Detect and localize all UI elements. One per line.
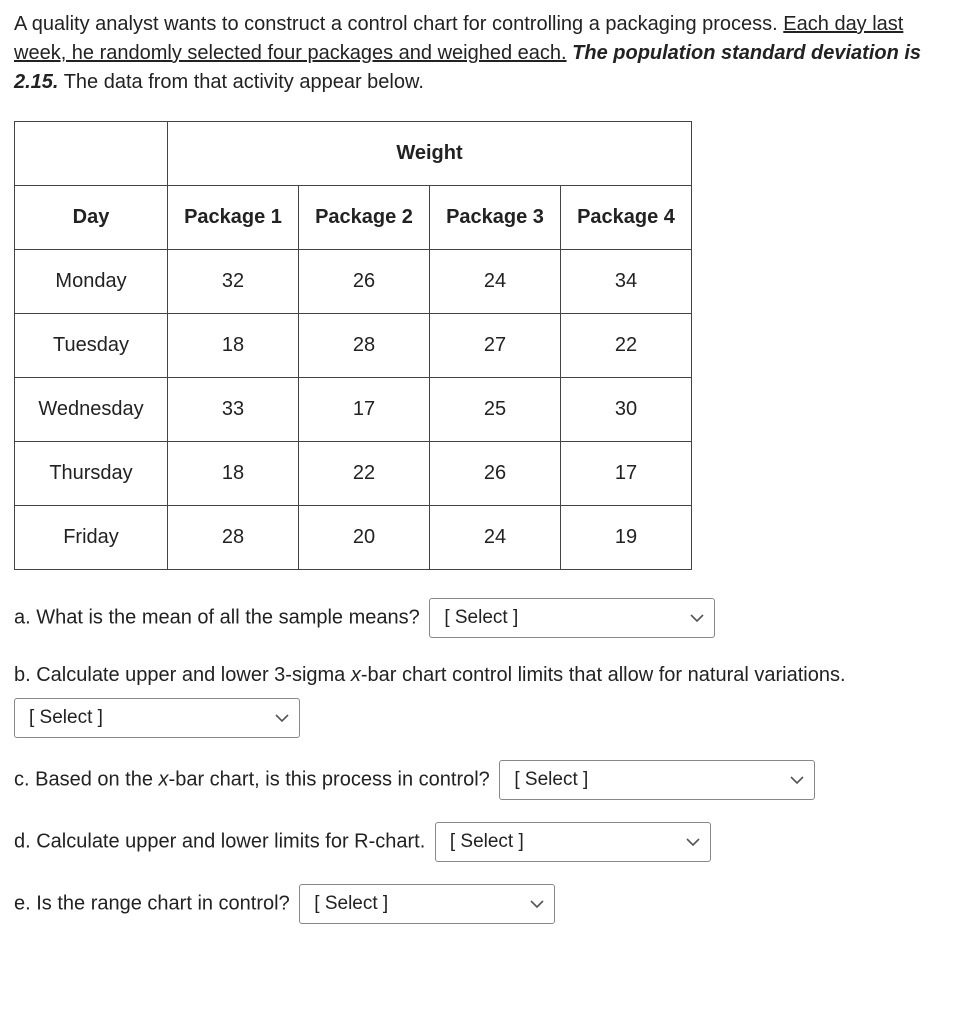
select-a-value: [ Select ] [444, 604, 518, 633]
intro-text-3: The data from that activity appear below… [64, 71, 424, 93]
table-row: Friday 28 20 24 19 [15, 506, 692, 570]
cell-p4: 17 [561, 442, 692, 506]
chevron-down-icon [690, 613, 704, 623]
question-d-text: d. Calculate upper and lower limits for … [14, 830, 425, 852]
cell-p1: 18 [168, 314, 299, 378]
cell-p4: 30 [561, 378, 692, 442]
cell-p2: 26 [299, 250, 430, 314]
cell-p3: 26 [430, 442, 561, 506]
select-b-value: [ Select ] [29, 704, 103, 733]
cell-day: Monday [15, 250, 168, 314]
question-a: a. What is the mean of all the sample me… [14, 598, 944, 638]
cell-p3: 24 [430, 250, 561, 314]
question-a-text: a. What is the mean of all the sample me… [14, 606, 420, 628]
question-b-text-pre: b. Calculate upper and lower 3-sigma [14, 664, 351, 686]
cell-p4: 22 [561, 314, 692, 378]
cell-p3: 25 [430, 378, 561, 442]
cell-day: Tuesday [15, 314, 168, 378]
question-b-x: x [351, 664, 361, 686]
select-c[interactable]: [ Select ] [499, 760, 815, 800]
cell-p4: 34 [561, 250, 692, 314]
col-p1: Package 1 [168, 186, 299, 250]
select-e-value: [ Select ] [314, 890, 388, 919]
col-p4: Package 4 [561, 186, 692, 250]
cell-p2: 28 [299, 314, 430, 378]
cell-p4: 19 [561, 506, 692, 570]
question-b-text-post: -bar chart control limits that allow for… [361, 664, 846, 686]
cell-p2: 22 [299, 442, 430, 506]
question-b: b. Calculate upper and lower 3-sigma x-b… [14, 660, 944, 738]
chevron-down-icon [275, 713, 289, 723]
select-d[interactable]: [ Select ] [435, 822, 711, 862]
table-row: Tuesday 18 28 27 22 [15, 314, 692, 378]
data-table: Weight Day Package 1 Package 2 Package 3… [14, 121, 692, 570]
cell-p2: 17 [299, 378, 430, 442]
question-e: e. Is the range chart in control? [ Sele… [14, 884, 944, 924]
table-row: Thursday 18 22 26 17 [15, 442, 692, 506]
cell-p2: 20 [299, 506, 430, 570]
table-row: Monday 32 26 24 34 [15, 250, 692, 314]
select-e[interactable]: [ Select ] [299, 884, 555, 924]
col-day: Day [15, 186, 168, 250]
cell-p3: 24 [430, 506, 561, 570]
chevron-down-icon [686, 837, 700, 847]
cell-p1: 18 [168, 442, 299, 506]
question-d: d. Calculate upper and lower limits for … [14, 822, 944, 862]
intro-text-1: A quality analyst wants to construct a c… [14, 13, 783, 35]
select-b[interactable]: [ Select ] [14, 698, 300, 738]
select-c-value: [ Select ] [514, 766, 588, 795]
cell-day: Friday [15, 506, 168, 570]
cell-p1: 33 [168, 378, 299, 442]
question-c-text-pre: c. Based on the [14, 768, 159, 790]
table-row: Wednesday 33 17 25 30 [15, 378, 692, 442]
select-d-value: [ Select ] [450, 828, 524, 857]
question-c-x: x [159, 768, 169, 790]
cell-p3: 27 [430, 314, 561, 378]
question-c: c. Based on the x-bar chart, is this pro… [14, 760, 944, 800]
table-empty-cell [15, 122, 168, 186]
weight-header: Weight [168, 122, 692, 186]
col-p3: Package 3 [430, 186, 561, 250]
question-c-text-post: -bar chart, is this process in control? [169, 768, 490, 790]
chevron-down-icon [790, 775, 804, 785]
chevron-down-icon [530, 899, 544, 909]
select-a[interactable]: [ Select ] [429, 598, 715, 638]
cell-day: Wednesday [15, 378, 168, 442]
cell-p1: 28 [168, 506, 299, 570]
col-p2: Package 2 [299, 186, 430, 250]
question-e-text: e. Is the range chart in control? [14, 892, 290, 914]
intro-paragraph: A quality analyst wants to construct a c… [14, 10, 944, 97]
cell-day: Thursday [15, 442, 168, 506]
cell-p1: 32 [168, 250, 299, 314]
